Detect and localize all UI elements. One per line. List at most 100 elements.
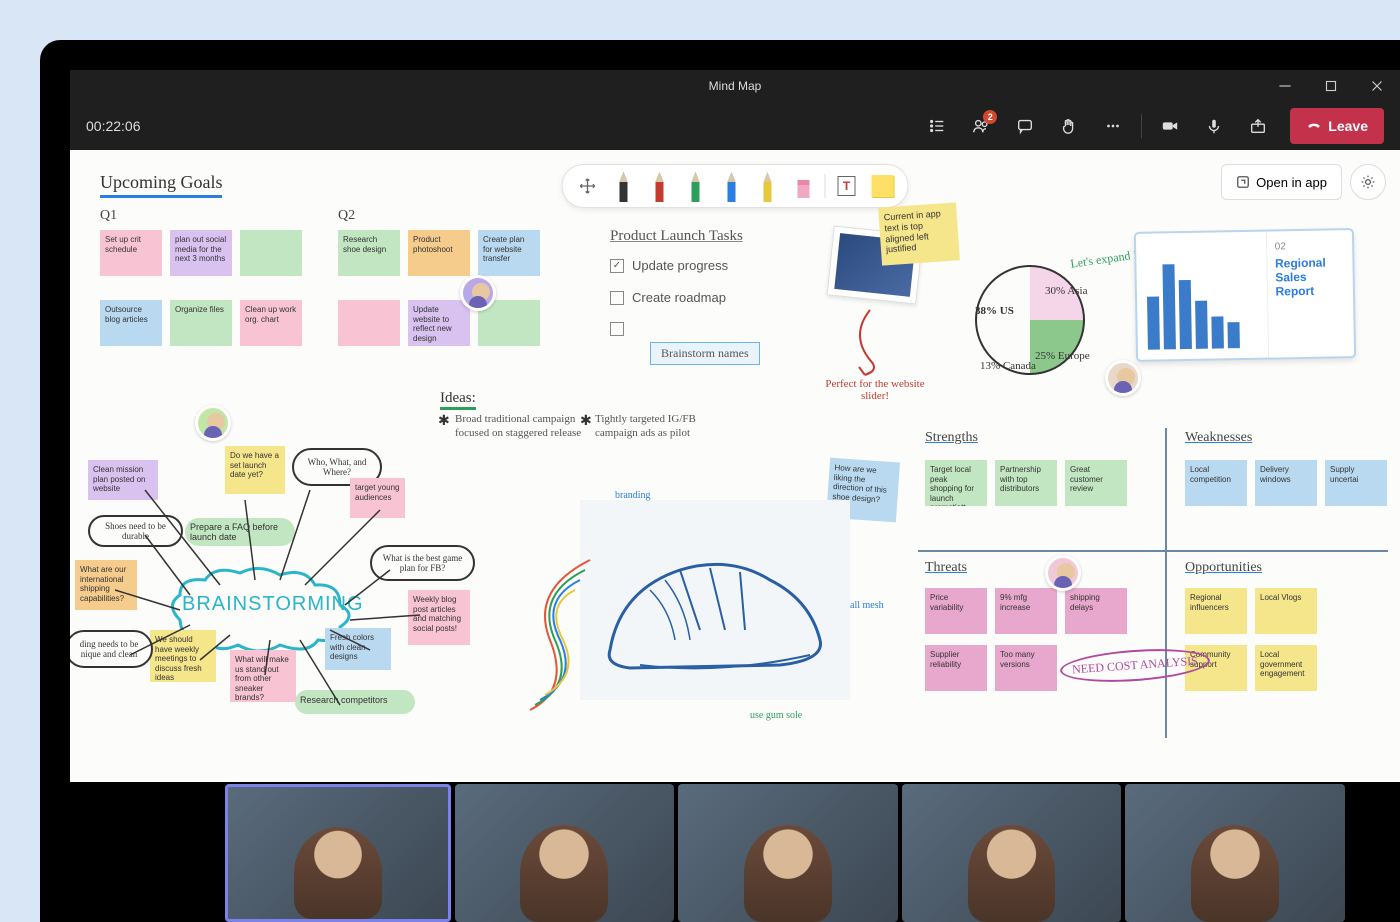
bubble[interactable]: What is the best game plan for FB?: [370, 545, 475, 581]
sticky-note[interactable]: Great customer review: [1065, 460, 1127, 506]
eraser-icon[interactable]: [789, 171, 819, 201]
task-input[interactable]: Brainstorm names: [650, 342, 760, 365]
strengths-title: Strengths: [925, 430, 978, 446]
sticky-note[interactable]: [240, 230, 302, 276]
mic-icon[interactable]: [1194, 108, 1234, 144]
task-label: Create roadmap: [632, 290, 726, 305]
pen-yellow-icon[interactable]: [753, 171, 783, 201]
arrow-sketch-icon: [840, 305, 900, 385]
leave-button[interactable]: Leave: [1290, 108, 1384, 144]
pen-blue-icon[interactable]: [717, 171, 747, 201]
layout-icon[interactable]: [917, 108, 957, 144]
sticky-note[interactable]: Clean mission plan posted on website: [88, 460, 158, 500]
sticky-note[interactable]: Current in app text is top aligned left …: [878, 202, 960, 265]
sticky-note[interactable]: Do we have a set launch date yet?: [225, 446, 285, 494]
sticky-note[interactable]: Prepare a FAQ before launch date: [185, 518, 295, 546]
pen-green-icon[interactable]: [681, 171, 711, 201]
sticky-note[interactable]: Update website to reflect new design: [408, 300, 470, 346]
participant-tile[interactable]: [225, 784, 451, 922]
people-icon[interactable]: 2: [961, 108, 1001, 144]
sticky-note[interactable]: Local Vlogs: [1255, 588, 1317, 634]
minimize-button[interactable]: [1262, 70, 1308, 102]
sticky-note[interactable]: 9% mfg increase: [995, 588, 1057, 634]
sticky-note[interactable]: Research shoe design: [338, 230, 400, 276]
idea-text: Broad traditional campaign focused on st…: [455, 412, 595, 441]
sticky-note-tool-icon[interactable]: [868, 171, 898, 201]
sticky-note[interactable]: Supplier reliability: [925, 645, 987, 691]
sticky-note[interactable]: Price variability: [925, 588, 987, 634]
chat-icon[interactable]: [1005, 108, 1045, 144]
sticky-note[interactable]: Outsource blog articles: [100, 300, 162, 346]
participant-tile[interactable]: [455, 784, 675, 922]
pen-red-icon[interactable]: [645, 171, 675, 201]
opportunities-title: Opportunities: [1185, 560, 1262, 576]
sticky-note[interactable]: Clean up work org. chart: [240, 300, 302, 346]
sticky-note[interactable]: Organize files: [170, 300, 232, 346]
sticky-note[interactable]: [338, 300, 400, 346]
whiteboard-canvas[interactable]: T Open in app Upcoming Goals Q1 Q2 Set u…: [70, 150, 1400, 782]
sticky-note[interactable]: We should have weekly meetings to discus…: [150, 630, 216, 682]
pen-toolbar: T: [562, 164, 909, 208]
settings-button[interactable]: [1350, 164, 1386, 200]
task-item[interactable]: Create roadmap: [610, 290, 726, 305]
participant-video-row: [70, 782, 1400, 922]
participant-tile[interactable]: [902, 784, 1122, 922]
more-icon[interactable]: [1093, 108, 1133, 144]
star-icon: ✱: [438, 412, 450, 429]
sticky-note[interactable]: Partnership with top distributors: [995, 460, 1057, 506]
sticky-note[interactable]: Local competition: [1185, 460, 1247, 506]
task-item[interactable]: [610, 322, 624, 336]
people-badge: 2: [983, 110, 997, 124]
sticky-note[interactable]: Too many versions: [995, 645, 1057, 691]
text-tool-icon[interactable]: T: [832, 171, 862, 201]
close-button[interactable]: [1354, 70, 1400, 102]
checkbox-icon[interactable]: [610, 291, 624, 305]
sticky-note[interactable]: Product photoshoot: [408, 230, 470, 276]
bubble[interactable]: Shoes need to be durable: [88, 515, 183, 547]
share-icon[interactable]: [1238, 108, 1278, 144]
sticky-note[interactable]: What will make us stand out from other s…: [230, 650, 296, 702]
sticky-note[interactable]: Supply uncertai: [1325, 460, 1387, 506]
shoe-sketch[interactable]: [580, 500, 850, 700]
checkbox-checked-icon[interactable]: ✓: [610, 259, 624, 273]
slide-card[interactable]: 02 Regional Sales Report: [1134, 228, 1356, 362]
leave-label: Leave: [1328, 118, 1368, 134]
sticky-note[interactable]: Target local peak shopping for launch pr…: [925, 460, 987, 506]
brainstorm-label: BRAINSTORMING: [182, 593, 364, 616]
swirl-sketch-icon: [500, 540, 610, 730]
window-title: Mind Map: [709, 79, 762, 93]
camera-icon[interactable]: [1150, 108, 1190, 144]
participant-tile[interactable]: [1125, 784, 1345, 922]
sticky-note[interactable]: target young audiences: [350, 478, 405, 518]
separator: [1141, 114, 1142, 138]
ideas-title: Ideas:: [440, 390, 476, 410]
sticky-note[interactable]: Set up crit schedule: [100, 230, 162, 276]
raise-hand-icon[interactable]: [1049, 108, 1089, 144]
shoe-annotation: use gum sole: [750, 710, 802, 721]
move-tool-icon[interactable]: [573, 171, 603, 201]
pie-label-asia: 30% Asia: [1045, 285, 1087, 297]
slider-note: Perfect for the website slider!: [825, 378, 925, 402]
task-item[interactable]: ✓ Update progress: [610, 258, 728, 273]
sticky-note[interactable]: Fresh colors with clean designs: [325, 628, 391, 670]
sticky-note[interactable]: Research competitors: [295, 690, 415, 714]
sticky-note[interactable]: Local government engagement: [1255, 645, 1317, 691]
bubble[interactable]: ding needs to be nique and clean: [70, 630, 153, 668]
maximize-button[interactable]: [1308, 70, 1354, 102]
sticky-note[interactable]: Create plan for website transfer: [478, 230, 540, 276]
participant-tile[interactable]: [678, 784, 898, 922]
checkbox-icon[interactable]: [610, 322, 624, 336]
sticky-note[interactable]: Regional influencers: [1185, 588, 1247, 634]
avatar: [1045, 555, 1081, 591]
sticky-note[interactable]: shipping delays: [1065, 588, 1127, 634]
weaknesses-title: Weaknesses: [1185, 430, 1252, 446]
sticky-note[interactable]: What are our international shipping capa…: [75, 560, 137, 610]
sticky-note[interactable]: Weekly blog post articles and matching s…: [408, 590, 470, 645]
open-in-app-button[interactable]: Open in app: [1221, 164, 1342, 200]
pen-black-icon[interactable]: [609, 171, 639, 201]
sticky-note[interactable]: Delivery windows: [1255, 460, 1317, 506]
slide-title: Regional Sales Report: [1275, 255, 1345, 298]
separator: [825, 174, 826, 198]
sticky-note[interactable]: plan out social media for the next 3 mon…: [170, 230, 232, 276]
star-icon: ✱: [580, 412, 592, 429]
